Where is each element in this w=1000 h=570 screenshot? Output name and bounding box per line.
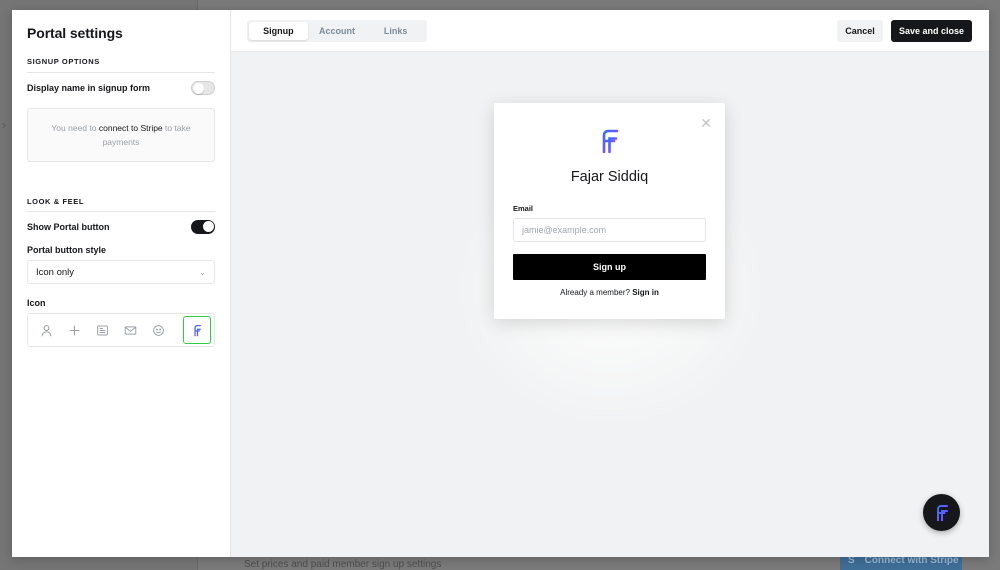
button-style-value: Icon only [36,266,75,278]
notice-prefix: You need to [51,123,97,133]
background-footer-text: Set prices and paid member sign up setti… [244,559,442,570]
brand-logo-icon[interactable] [183,316,211,344]
icon-label: Icon [27,298,46,308]
brand-logo-icon [936,504,948,521]
chevron-right-icon: › [2,118,6,132]
show-portal-row: Show Portal button [27,220,215,234]
smile-icon[interactable] [144,316,172,344]
preview-topbar: Signup Account Links Cancel Save and clo… [231,10,989,52]
stripe-notice: You need to connect to Stripe to take pa… [27,108,215,162]
close-icon[interactable]: ✕ [700,115,712,132]
look-feel-heading: LOOK & FEEL [27,197,85,206]
button-style-row: Portal button style [27,245,215,255]
signup-popup-preview: ✕ Fajar Siddiq Email jamie@example.com S… [494,103,725,319]
chevron-down-icon: ⌄ [199,267,206,277]
show-portal-label: Show Portal button [27,222,110,232]
divider [27,211,215,212]
button-style-select[interactable]: Icon only ⌄ [27,260,215,284]
display-name-row: Display name in signup form [27,81,215,95]
signup-options-heading: SIGNUP OPTIONS [27,57,100,66]
save-and-close-button[interactable]: Save and close [891,20,972,42]
preview-tabs: Signup Account Links [247,20,427,42]
stripe-notice-text: You need to connect to Stripe to take pa… [48,121,194,149]
toggle-knob [202,221,214,232]
user-icon[interactable] [32,316,60,344]
icon-picker [27,313,215,347]
display-name-toggle[interactable] [191,81,215,95]
icon-row: Icon [27,298,215,308]
settings-panel: Portal settings SIGNUP OPTIONS Display n… [12,10,231,557]
newsletter-icon[interactable] [88,316,116,344]
sign-up-button[interactable]: Sign up [513,254,706,280]
button-style-label: Portal button style [27,245,107,255]
mail-icon[interactable] [116,316,144,344]
email-field[interactable]: jamie@example.com [513,218,706,242]
preview-area: Signup Account Links Cancel Save and clo… [231,10,989,557]
plus-icon[interactable] [60,316,88,344]
email-label: Email [513,204,534,213]
portal-settings-modal: Portal settings SIGNUP OPTIONS Display n… [12,10,989,557]
display-name-label: Display name in signup form [27,83,151,93]
already-member-label: Already a member? [560,288,630,297]
site-logo-icon [602,129,619,153]
connect-stripe-link[interactable]: connect to Stripe [99,123,163,133]
already-member-text: Already a member? Sign in [494,288,725,297]
sign-in-link[interactable]: Sign in [632,288,659,297]
panel-title: Portal settings [27,25,123,41]
tab-links[interactable]: Links [366,22,425,40]
show-portal-toggle[interactable] [191,220,215,234]
divider [27,72,215,73]
tab-account[interactable]: Account [308,22,367,40]
tab-signup[interactable]: Signup [249,22,308,40]
site-name: Fajar Siddiq [570,169,649,185]
portal-trigger-button[interactable] [923,494,960,531]
cancel-button[interactable]: Cancel [837,20,883,42]
toggle-knob [193,82,204,94]
